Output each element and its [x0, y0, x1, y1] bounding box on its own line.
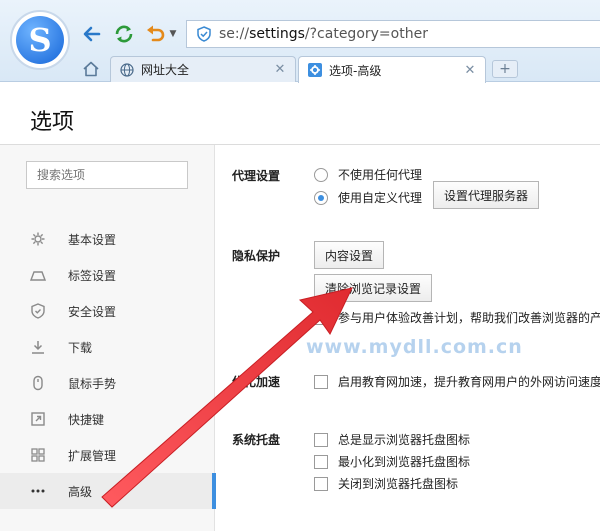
option-label: 使用自定义代理	[338, 191, 423, 205]
privacy-section-label: 隐私保护	[232, 249, 281, 263]
download-icon	[28, 337, 48, 357]
more-icon	[28, 481, 48, 501]
browser-toolbar: S ▼ se://settings/?category=other 网址大全 ✕…	[0, 0, 600, 83]
tab-strip: 网址大全 ✕ 选项-高级 ✕ +	[0, 54, 600, 83]
sidebar-item-mouse-gestures[interactable]: 鼠标手势	[0, 365, 215, 401]
proxy-server-button[interactable]: 设置代理服务器	[433, 181, 540, 209]
content-settings-button[interactable]: 内容设置	[314, 241, 385, 269]
proxy-section-label: 代理设置	[232, 169, 281, 183]
back-button[interactable]	[80, 22, 104, 46]
option-label: 关闭到浏览器托盘图标	[338, 477, 459, 491]
sidebar-item-advanced[interactable]: 高级	[0, 473, 216, 509]
sidebar-item-security[interactable]: 安全设置	[0, 293, 215, 329]
tab-label: 选项-高级	[329, 63, 382, 78]
sidebar-item-label: 标签设置	[68, 268, 117, 283]
checkbox[interactable]	[314, 432, 328, 447]
sidebar-item-label: 鼠标手势	[68, 376, 117, 391]
shortcut-icon	[28, 409, 48, 429]
watermark-text: www.mydll.com.cn	[306, 336, 523, 358]
sidebar-item-basic[interactable]: 基本设置	[0, 221, 215, 257]
tray-minimize-option[interactable]: 最小化到浏览器托盘图标	[314, 453, 470, 470]
url-host: settings	[249, 26, 305, 42]
home-button[interactable]	[80, 58, 102, 80]
address-bar[interactable]: se://settings/?category=other	[186, 20, 600, 48]
option-label: 不使用任何代理	[338, 168, 423, 182]
sidebar-item-label: 基本设置	[68, 232, 117, 247]
undo-dropdown-icon[interactable]: ▼	[166, 22, 180, 46]
radio-button[interactable]	[314, 167, 328, 182]
option-label: 总是显示浏览器托盘图标	[338, 433, 471, 447]
page-title: 选项	[30, 110, 75, 135]
tab-close-icon[interactable]: ✕	[273, 62, 287, 77]
sidebar-item-extensions[interactable]: 扩展管理	[0, 437, 215, 473]
tab-label: 网址大全	[141, 63, 190, 77]
checkbox[interactable]	[314, 374, 328, 389]
new-tab-button[interactable]: +	[492, 60, 518, 78]
participate-option[interactable]: 参与用户体验改善计划，帮助我们改善浏览器的产	[314, 309, 600, 326]
checkbox[interactable]	[314, 454, 328, 469]
sidebar-item-download[interactable]: 下载	[0, 329, 215, 365]
search-input[interactable]	[26, 161, 188, 189]
tray-section-label: 系统托盘	[232, 433, 281, 447]
clear-history-button[interactable]: 清除浏览记录设置	[314, 274, 433, 302]
option-label: 启用教育网加速，提升教育网用户的外网访问速度	[338, 375, 600, 389]
refresh-icon	[115, 25, 133, 43]
sidebar-item-label: 扩展管理	[68, 448, 117, 463]
option-label: 参与用户体验改善计划，帮助我们改善浏览器的产	[338, 311, 600, 325]
edu-accel-option[interactable]: 启用教育网加速，提升教育网用户的外网访问速度	[314, 373, 600, 390]
checkbox[interactable]	[314, 310, 328, 325]
radio-button[interactable]	[314, 190, 328, 205]
url-scheme: se://	[219, 26, 250, 42]
tab-icon	[28, 265, 48, 285]
sidebar-item-shortcuts[interactable]: 快捷键	[0, 401, 215, 437]
settings-sidebar: 基本设置 标签设置 安全设置 下载 鼠标手势 快捷键 扩展管理	[0, 145, 216, 531]
proxy-option-custom[interactable]: 使用自定义代理	[314, 189, 422, 206]
shield-icon	[28, 301, 48, 321]
sidebar-item-label: 高级	[68, 484, 93, 499]
tab-url-directory[interactable]: 网址大全 ✕	[110, 56, 296, 82]
tab-options-advanced[interactable]: 选项-高级 ✕	[298, 56, 486, 83]
gear-icon	[28, 229, 48, 249]
back-arrow-icon	[83, 26, 101, 42]
optimize-section-label: 优化加速	[232, 375, 281, 389]
refresh-button[interactable]	[112, 22, 136, 46]
sidebar-item-label: 快捷键	[68, 412, 105, 427]
undo-close-button[interactable]	[144, 22, 168, 46]
tray-always-option[interactable]: 总是显示浏览器托盘图标	[314, 431, 470, 448]
secure-shield-icon	[195, 25, 213, 43]
checkbox[interactable]	[314, 476, 328, 491]
mouse-icon	[28, 373, 48, 393]
url-path: /?category=other	[304, 26, 428, 42]
tray-close-option[interactable]: 关闭到浏览器托盘图标	[314, 475, 458, 492]
sidebar-item-label: 下载	[68, 340, 93, 355]
proxy-option-none[interactable]: 不使用任何代理	[314, 166, 422, 183]
sidebar-item-label: 安全设置	[68, 304, 117, 319]
gear-icon	[307, 62, 323, 78]
option-label: 最小化到浏览器托盘图标	[338, 455, 471, 469]
sidebar-item-tabs[interactable]: 标签设置	[0, 257, 215, 293]
extensions-icon	[28, 445, 48, 465]
home-icon	[83, 61, 99, 77]
undo-icon	[147, 25, 165, 42]
globe-icon	[119, 62, 135, 78]
tab-close-icon[interactable]: ✕	[463, 63, 477, 78]
